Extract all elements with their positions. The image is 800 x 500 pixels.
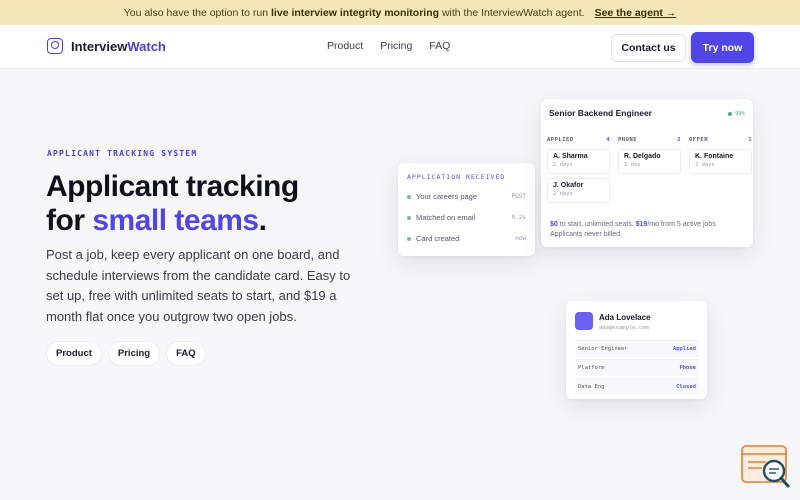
list-item: Matched on email 0.2s xyxy=(407,213,526,222)
board-title: Senior Backend Engineer xyxy=(549,108,652,118)
nav-link-pricing[interactable]: Pricing xyxy=(380,40,412,52)
hero-eyebrow: APPLICANT TRACKING SYSTEM xyxy=(47,149,198,158)
board-columns: APPLIED 4 A. Sharma 2 days J. Okafor 2 days… xyxy=(547,137,752,207)
list-item: Your careers page POST xyxy=(407,192,526,201)
application-card-header: APPLICATION RECEIVED xyxy=(407,173,506,181)
magnifier-logo-icon xyxy=(47,38,63,54)
interview-widget-icon[interactable] xyxy=(740,444,792,490)
list-item: Card created now xyxy=(407,234,526,243)
candidate-tile[interactable]: J. Okafor 2 days xyxy=(547,178,610,203)
announcement-banner: You also have the option to run live int… xyxy=(0,0,800,25)
status-dot-icon xyxy=(407,194,411,199)
logo-text: InterviewWatch xyxy=(71,38,166,54)
banner-text-before: You also have the option to run xyxy=(123,6,269,19)
profile-applications: Senior Engineer Applied Platform Phone Dat… xyxy=(575,340,699,397)
logo[interactable]: InterviewWatch xyxy=(47,38,166,54)
column-phone: PHONE 2 R. Delgado 1 day xyxy=(618,137,681,207)
avatar xyxy=(575,312,593,330)
nav-link-product[interactable]: Product xyxy=(327,40,363,52)
board-pricing-note: $0 to start, unlimited seats. $19/mo fro… xyxy=(550,221,716,238)
application-received-card: APPLICATION RECEIVED Your careers page P… xyxy=(398,163,535,256)
pipeline-board-card: Senior Backend Engineer 90% APPLIED 4 A. … xyxy=(541,99,753,247)
board-live-indicator: 90% xyxy=(728,111,745,117)
status-dot-icon xyxy=(407,236,411,241)
candidate-tile[interactable]: K. Fontaine 2 days xyxy=(689,149,752,174)
table-row: Senior Engineer Applied xyxy=(575,340,699,357)
column-applied: APPLIED 4 A. Sharma 2 days J. Okafor 2 days xyxy=(547,137,610,207)
live-dot-icon xyxy=(728,112,733,116)
top-nav: InterviewWatch Product Pricing FAQ Conta… xyxy=(0,25,800,69)
try-now-button[interactable]: Try now xyxy=(691,32,754,63)
profile-email: ada@example.com xyxy=(599,325,649,331)
pill-pricing[interactable]: Pricing xyxy=(107,341,161,366)
hero-title: Applicant tracking for small teams. xyxy=(46,170,299,237)
nav-link-faq[interactable]: FAQ xyxy=(429,40,450,52)
candidate-profile-card: Ada Lovelace ada@example.com Senior Engi… xyxy=(566,301,707,399)
pill-product[interactable]: Product xyxy=(46,341,102,366)
column-offer: OFFER 1 K. Fontaine 2 days xyxy=(689,137,752,207)
profile-name: Ada Lovelace xyxy=(599,313,651,322)
hero-description: Post a job, keep every applicant on one … xyxy=(46,247,351,324)
pill-faq[interactable]: FAQ xyxy=(166,341,206,366)
hero-pills: Product Pricing FAQ xyxy=(46,341,206,366)
contact-us-button[interactable]: Contact us xyxy=(611,34,686,62)
banner-text-bold: live interview integrity monitoring xyxy=(271,6,440,19)
table-row: Platform Phone xyxy=(575,359,699,376)
table-row: Data Eng Closed xyxy=(575,378,699,395)
banner-text-after: with the InterviewWatch agent. xyxy=(441,6,585,19)
status-dot-icon xyxy=(407,215,411,220)
see-agent-link[interactable]: See the agent → xyxy=(595,7,677,19)
hero-title-accent: small teams xyxy=(92,204,259,237)
candidate-tile[interactable]: R. Delgado 1 day xyxy=(618,149,681,174)
nav-links: Product Pricing FAQ xyxy=(327,40,450,52)
candidate-tile[interactable]: A. Sharma 2 days xyxy=(547,149,610,174)
